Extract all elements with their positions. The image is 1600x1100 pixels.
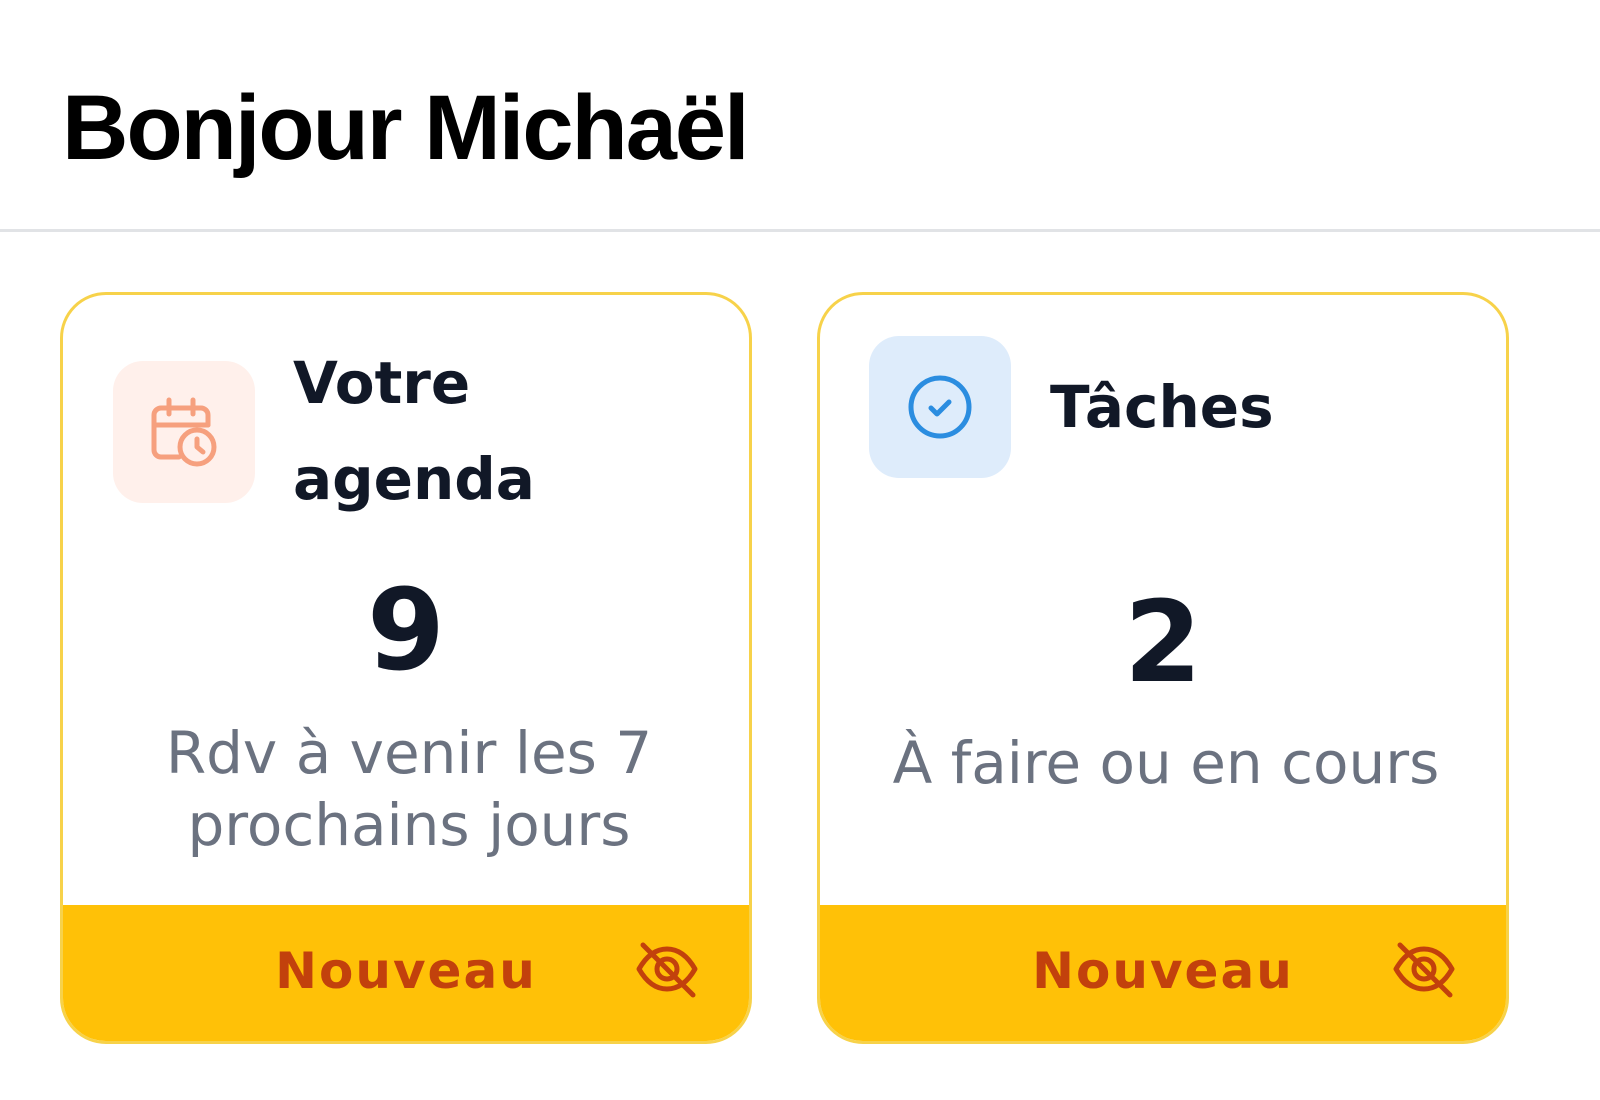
calendar-clock-icon [151,397,217,467]
tasks-card[interactable]: Tâches 2 À faire ou en cours Nouveau [817,292,1509,1044]
eye-off-icon [636,942,698,998]
agenda-card[interactable]: Votre agenda 9 Rdv à venir les 7 prochai… [60,292,752,1044]
agenda-hide-button[interactable] [633,935,701,1003]
agenda-card-title: Votre agenda [293,349,535,513]
page-header: Bonjour Michaël [0,0,1600,232]
tasks-count: 2 [1124,578,1202,708]
tasks-card-footer: Nouveau [820,905,1506,1041]
dashboard-page: Bonjour Michaël Votre agenda 9 Rdv à ven… [0,0,1600,1100]
agenda-card-description: Rdv à venir les 7 prochains jours [165,719,653,859]
eye-off-icon [1393,942,1455,998]
agenda-appointments-count: 9 [367,566,445,696]
agenda-card-footer: Nouveau [63,905,749,1041]
agenda-icon-box [113,361,255,503]
tasks-hide-button[interactable] [1390,935,1458,1003]
tasks-icon-box [869,336,1011,478]
tasks-card-description: À faire ou en cours [892,729,1440,797]
greeting-title: Bonjour Michaël [62,77,750,179]
check-circle-icon [908,375,972,439]
tasks-card-title: Tâches [1050,373,1274,441]
